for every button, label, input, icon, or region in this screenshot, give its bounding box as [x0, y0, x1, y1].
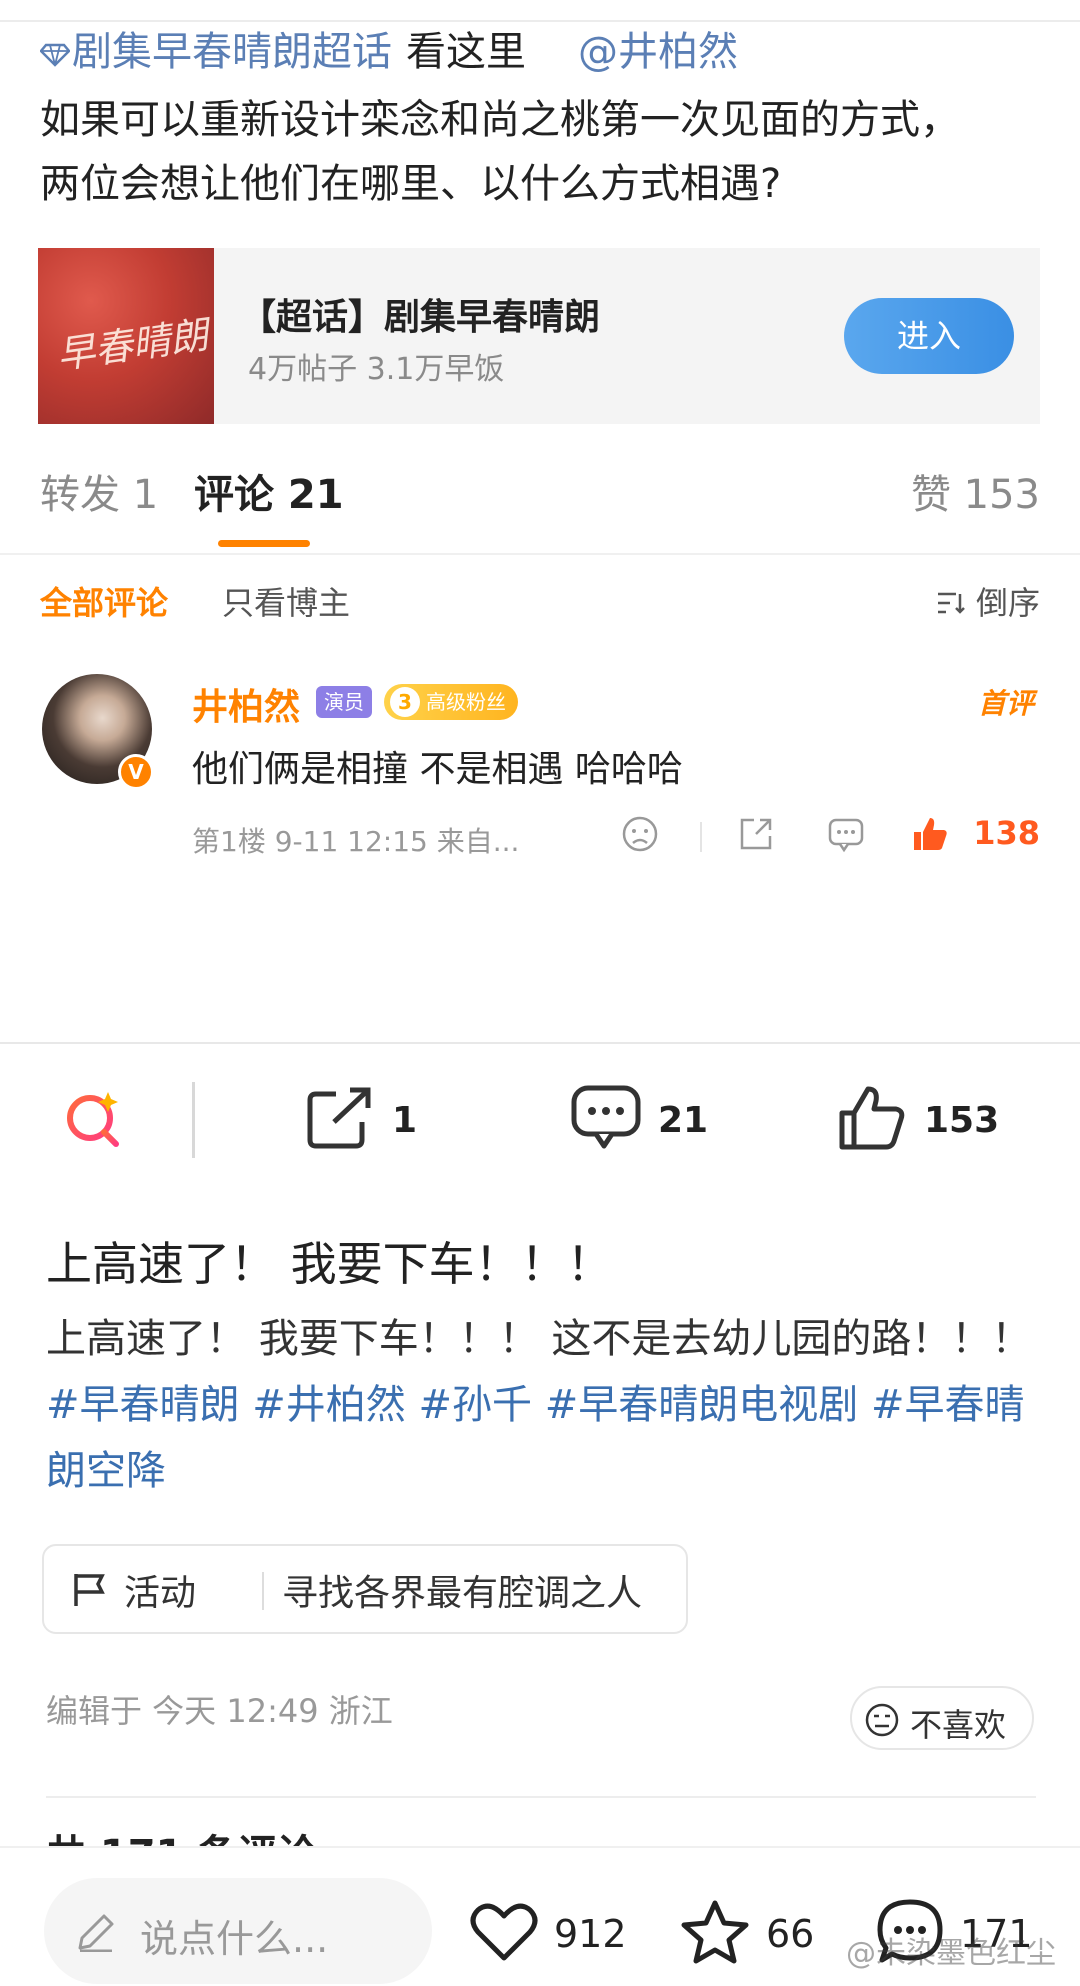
- activity-separator: [262, 1572, 264, 1610]
- watermark: @未染墨色红尘: [846, 1936, 1056, 1971]
- fan-badge: 3 高级粉丝: [384, 684, 518, 720]
- filter-all-comments[interactable]: 全部评论: [40, 578, 168, 624]
- hashtag-link[interactable]: #井柏然: [252, 1382, 406, 1428]
- post-title: 上高速了！ 我要下车！！！: [46, 1237, 613, 1291]
- hashtag-link[interactable]: #孙千: [418, 1382, 532, 1428]
- repost-count: 1: [392, 1099, 418, 1141]
- comment-count: 21: [658, 1099, 709, 1141]
- comment-text: 他们俩是相撞 不是相遇 哈哈哈: [192, 749, 683, 790]
- like-count: 153: [924, 1099, 1000, 1141]
- comment-author-name[interactable]: 井柏然: [192, 678, 300, 730]
- bottom-like-count: 912: [554, 1912, 627, 1956]
- bottom-like-button[interactable]: 912: [470, 1894, 627, 1974]
- dislike-face-icon: [864, 1702, 900, 1742]
- look-here-text: 看这里: [406, 29, 526, 75]
- first-comment-tag: 首评: [977, 687, 1034, 720]
- card-subtitle: 4万帖子 3.1万早饭: [248, 352, 505, 387]
- sort-icon: [936, 586, 966, 624]
- topic-line: 剧集早春晴朗超话 看这里 @井柏然: [39, 28, 738, 78]
- top-divider: [0, 20, 1080, 22]
- favorite-count: 66: [766, 1912, 815, 1956]
- ai-search-icon: [62, 1086, 126, 1154]
- activity-card[interactable]: 活动 寻找各界最有腔调之人: [42, 1544, 688, 1634]
- action-separator: [700, 822, 702, 852]
- topic-link[interactable]: 剧集早春晴朗超话: [72, 29, 392, 75]
- verified-badge-icon: V: [118, 754, 154, 790]
- comment-icon: [570, 1084, 642, 1156]
- comment-meta: 第1楼 9-11 12:15 来自...: [192, 825, 520, 858]
- dislike-label: 不喜欢: [910, 1706, 1007, 1744]
- active-tab-indicator: [218, 540, 310, 547]
- tab-like[interactable]: 赞 153: [911, 470, 1040, 520]
- screenshot-divider: [0, 1042, 1080, 1044]
- comment-actions: 138: [620, 810, 1040, 860]
- comment-input[interactable]: 说点什么...: [44, 1878, 432, 1984]
- super-topic-card[interactable]: 早春晴朗 【超话】剧集早春晴朗 4万帖子 3.1万早饭 进入: [38, 248, 1040, 424]
- edit-info: 编辑于 今天 12:49 浙江: [46, 1692, 393, 1730]
- activity-icon: [72, 1570, 112, 1614]
- tab-comment[interactable]: 评论 21: [194, 470, 344, 520]
- post-body-text: 上高速了！ 我要下车！！！ 这不是去幼儿园的路！！！: [46, 1316, 1032, 1362]
- diamond-icon: [39, 30, 71, 78]
- detail-tabs: 转发 1 评论 21 赞 153: [0, 460, 1080, 550]
- tabs-divider: [0, 553, 1080, 555]
- dislike-button[interactable]: 不喜欢: [850, 1686, 1034, 1750]
- question-text: 如果可以重新设计栾念和尚之桃第一次见面的方式，两位会想让他们在哪里、以什么方式相…: [40, 97, 960, 207]
- repost-button[interactable]: 1: [306, 1080, 417, 1160]
- activity-title: 寻找各界最有腔调之人: [282, 1573, 643, 1614]
- thumbs-up-icon[interactable]: [910, 814, 950, 858]
- post-action-bar: 1 21 153: [0, 1060, 1080, 1180]
- like-button[interactable]: 153: [838, 1080, 999, 1160]
- share-icon[interactable]: [736, 814, 776, 858]
- sort-order-button[interactable]: 倒序: [936, 578, 1040, 624]
- section-divider: [46, 1796, 1036, 1798]
- comment-input-placeholder: 说点什么...: [140, 1917, 329, 1961]
- tab-repost[interactable]: 转发 1: [40, 470, 158, 520]
- star-icon: [680, 1899, 750, 1969]
- ai-search-button[interactable]: [62, 1080, 126, 1160]
- pen-icon: [76, 1912, 116, 1956]
- dislike-face-icon[interactable]: [620, 814, 660, 858]
- fan-level: 3: [390, 687, 420, 717]
- card-cover-image: 早春晴朗: [38, 248, 214, 424]
- hashtag-link[interactable]: #早春晴朗: [46, 1382, 240, 1428]
- activity-label: 活动: [124, 1573, 197, 1614]
- mention-link[interactable]: @井柏然: [578, 29, 738, 75]
- comment-item: V 井柏然 演员 3 高级粉丝 首评 他们俩是相撞 不是相遇 哈哈哈 第1楼 9…: [0, 670, 1080, 890]
- fan-badge-label: 高级粉丝: [426, 690, 506, 714]
- enter-button[interactable]: 进入: [844, 298, 1014, 374]
- comment-filter-bar: 全部评论 只看博主 倒序: [0, 578, 1080, 628]
- action-bar-separator: [192, 1082, 195, 1158]
- comment-button[interactable]: 21: [570, 1080, 708, 1160]
- reply-icon[interactable]: [826, 814, 866, 858]
- heart-icon: [470, 1902, 538, 1966]
- role-badge: 演员: [316, 686, 372, 718]
- filter-author-only[interactable]: 只看博主: [222, 578, 350, 624]
- embedded-screenshot: 剧集早春晴朗超话 看这里 @井柏然 如果可以重新设计栾念和尚之桃第一次见面的方式，两…: [0, 0, 1080, 1045]
- card-title: 【超话】剧集早春晴朗: [240, 297, 601, 338]
- post-body: 上高速了！ 我要下车！！！ 这不是去幼儿园的路！！！ #早春晴朗 #井柏然 #孙…: [46, 1306, 1046, 1504]
- repost-icon: [306, 1086, 376, 1154]
- thumbs-up-icon: [838, 1083, 908, 1157]
- sort-order-label: 倒序: [975, 584, 1040, 622]
- comment-like-count: 138: [973, 814, 1040, 852]
- hashtag-link[interactable]: #早春晴朗电视剧: [545, 1382, 859, 1428]
- favorite-button[interactable]: 66: [680, 1894, 814, 1974]
- cover-logo-text: 早春晴朗: [54, 312, 211, 378]
